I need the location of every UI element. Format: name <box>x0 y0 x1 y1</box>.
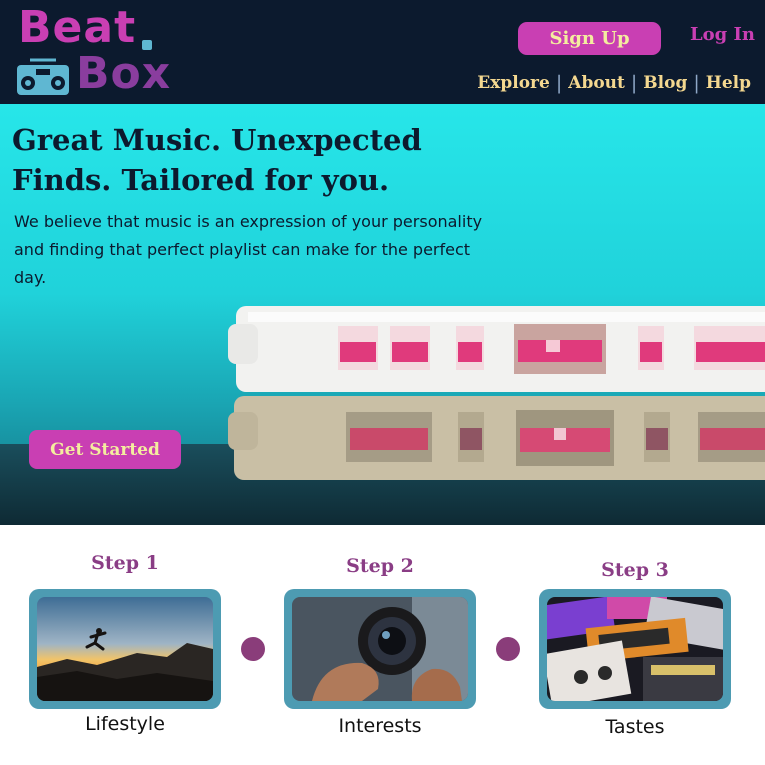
log-in-link[interactable]: Log In <box>690 24 755 45</box>
logo-text-beat: Beat <box>18 2 137 53</box>
get-started-button[interactable]: Get Started <box>29 430 181 469</box>
step-2-card[interactable] <box>284 589 476 709</box>
nav-explore[interactable]: Explore <box>477 73 550 93</box>
cassette-collection-photo <box>547 597 723 701</box>
nav-separator: | <box>693 72 700 94</box>
step-3-card[interactable] <box>539 589 731 709</box>
nav-about[interactable]: About <box>568 73 625 93</box>
hero-headline: Great Music. Unexpected Finds. Tailored … <box>12 123 422 197</box>
logo-text-box: Box <box>76 48 172 99</box>
hero-section: Great Music. Unexpected Finds. Tailored … <box>0 104 765 525</box>
step-1-title: Step 1 <box>91 552 159 574</box>
site-header: Beat Box Sign Up Log In Explore | About … <box>0 0 765 104</box>
step-3-title: Step 3 <box>601 559 669 581</box>
sign-up-button[interactable]: Sign Up <box>518 22 661 55</box>
nav-help[interactable]: Help <box>706 73 751 93</box>
step-3-label: Tastes <box>605 716 665 738</box>
step-2-label: Interests <box>338 715 422 737</box>
step-1-card[interactable] <box>29 589 221 709</box>
hero-description: We believe that music is an expression o… <box>14 212 483 287</box>
nav-blog[interactable]: Blog <box>643 73 687 93</box>
beatbox-logo[interactable]: Beat Box <box>14 2 174 100</box>
boombox-icon <box>17 58 69 95</box>
step-connector-dot <box>496 637 520 661</box>
step-2-title: Step 2 <box>346 555 414 577</box>
step-1-label: Lifestyle <box>85 713 165 735</box>
hands-holding-camera-lens-photo <box>292 597 468 701</box>
main-nav: Explore | About | Blog | Help <box>477 72 751 94</box>
nav-separator: | <box>555 72 563 94</box>
step-connector-dot <box>241 637 265 661</box>
nav-separator: | <box>630 72 638 94</box>
cassette-tapes-photo <box>228 306 765 480</box>
person-jumping-sunset-photo <box>37 597 213 701</box>
